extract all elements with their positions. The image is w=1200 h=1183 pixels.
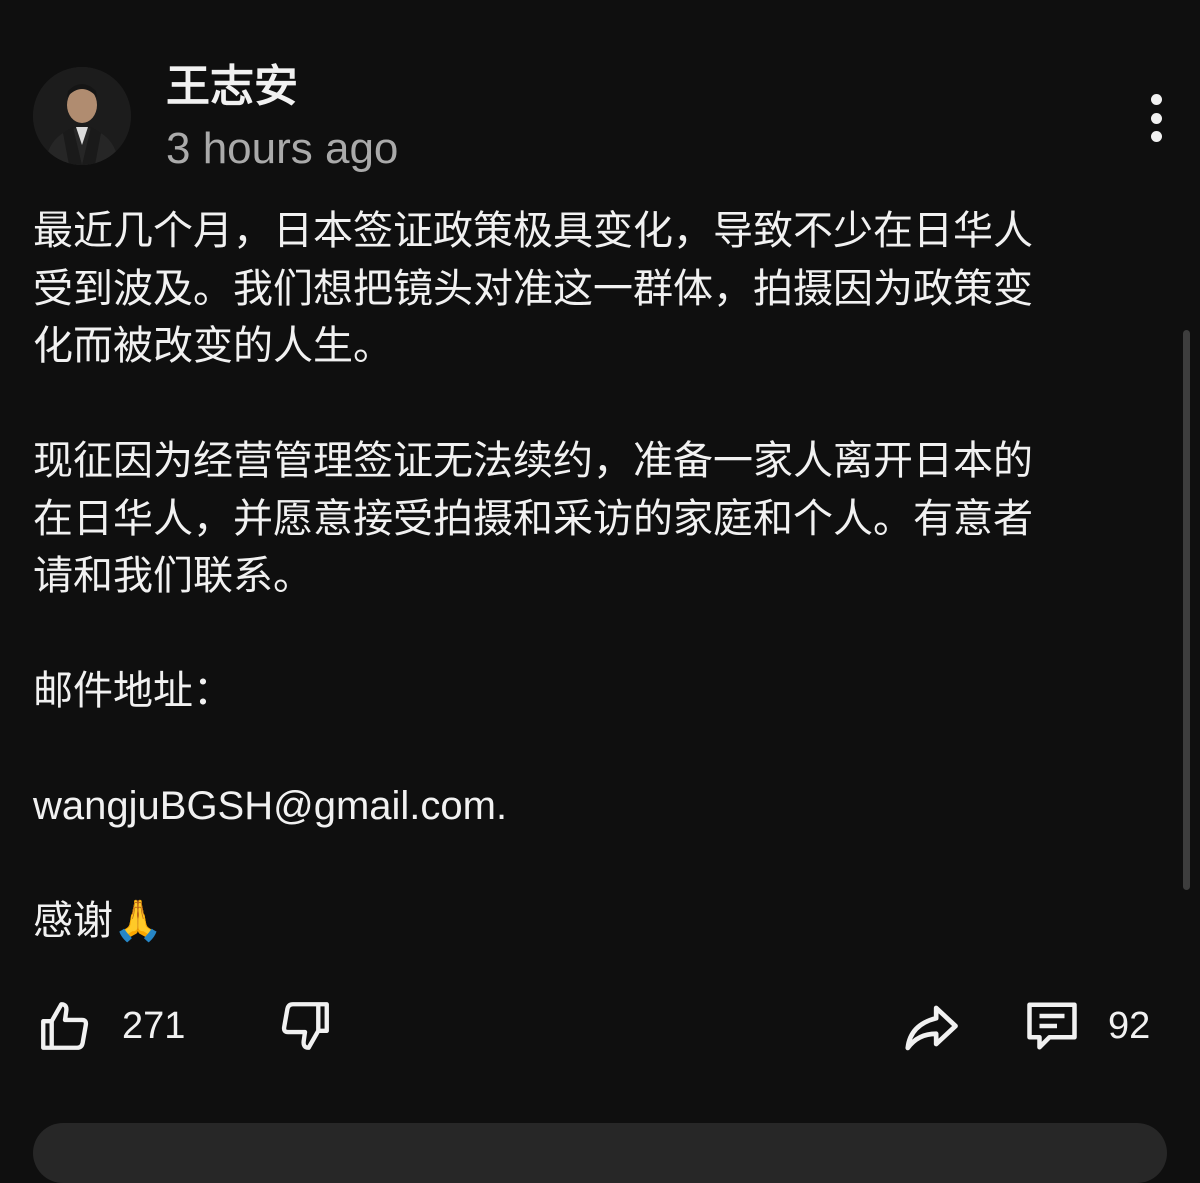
action-bar: 271 92 — [0, 990, 1200, 1062]
more-vert-icon — [1150, 94, 1162, 105]
avatar[interactable] — [33, 67, 131, 165]
praying-hands-emoji: 🙏 — [113, 898, 163, 944]
like-count: 271 — [122, 1004, 186, 1047]
share-icon — [905, 1005, 958, 1051]
post-timestamp: 3 hours ago — [166, 124, 399, 173]
post-line: 请和我们联系。 — [33, 553, 313, 599]
share-button[interactable] — [900, 990, 962, 1062]
thumbs-down-icon — [281, 1002, 329, 1050]
comment-count: 92 — [1108, 1004, 1151, 1047]
thanks-text: 感谢 — [33, 898, 113, 944]
author-name[interactable]: 王志安 — [166, 50, 298, 114]
post-body: 最近几个月，日本签证政策极具变化，导致不少在日华人 受到波及。我们想把镜头对准这… — [33, 203, 1163, 951]
reply-input-bar[interactable] — [33, 1123, 1167, 1183]
email-label: 邮件地址： — [33, 668, 233, 714]
scrollbar[interactable] — [1183, 330, 1190, 890]
post-line: 化而被改变的人生。 — [33, 323, 393, 369]
thumbs-up-icon — [41, 1002, 89, 1050]
thanks-line: 感谢🙏 — [33, 893, 1163, 951]
like-button[interactable]: 271 — [36, 990, 185, 1062]
post-line: 最近几个月，日本签证政策极具变化，导致不少在日华人 — [33, 208, 1033, 254]
email-address[interactable]: wangjuBGSH@gmail.com. — [33, 778, 1163, 836]
comments-button[interactable]: 92 — [1022, 990, 1150, 1062]
dislike-button[interactable] — [276, 990, 334, 1062]
post-line: 在日华人，并愿意接受拍摄和采访的家庭和个人。有意者 — [33, 495, 1033, 542]
comment-icon — [1027, 1002, 1077, 1050]
post-line: 现征因为经营管理签证无法续约，准备一家人离开日本的 — [33, 438, 1033, 484]
user-avatar-icon — [33, 67, 131, 165]
more-options-button[interactable] — [1136, 90, 1176, 146]
post-line: 受到波及。我们想把镜头对准这一群体，拍摄因为政策变 — [33, 265, 1033, 312]
